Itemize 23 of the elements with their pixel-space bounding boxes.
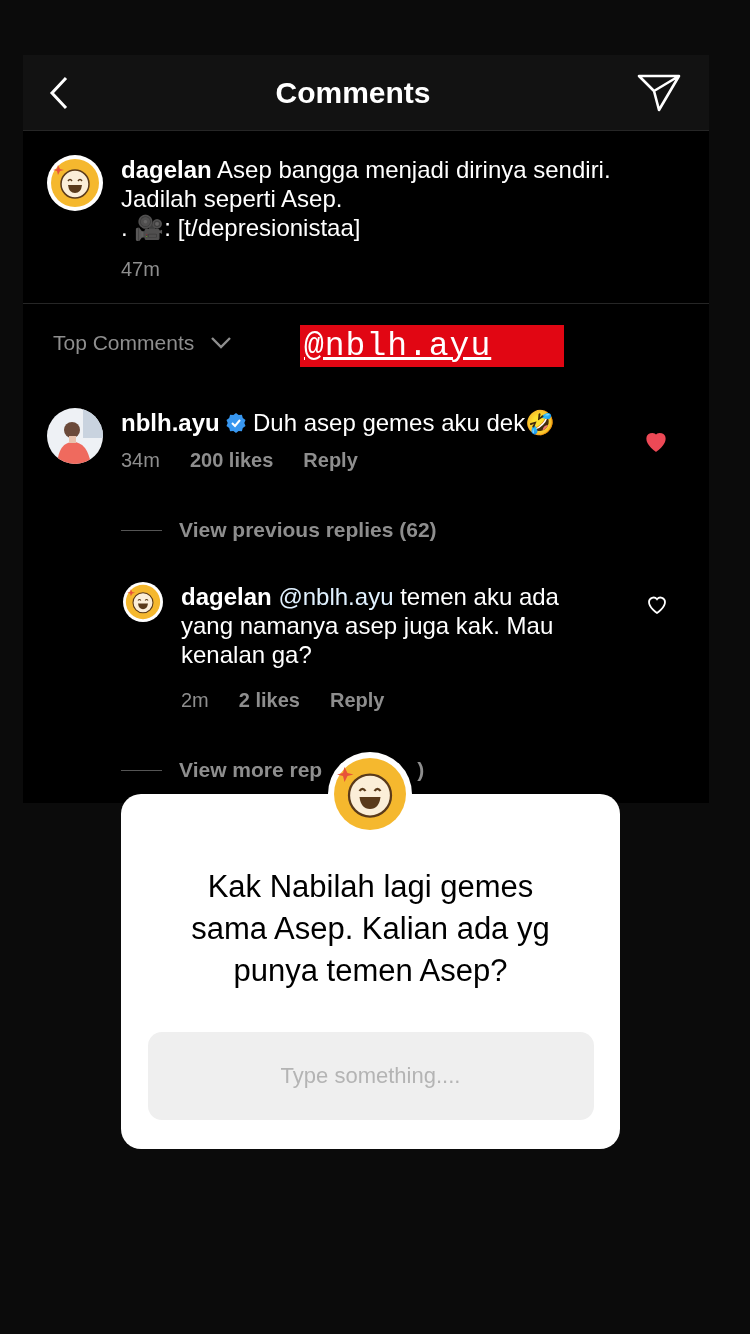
post-time: 47m: [121, 258, 160, 281]
header-title: Comments: [275, 75, 431, 110]
likes-count[interactable]: 2 likes: [238, 689, 300, 712]
question-text: Kak Nabilah lagi gemes sama Asep. Kalian ada yg punya temen Asep?: [190, 868, 551, 990]
smiley-avatar-icon: [123, 582, 163, 622]
comment-text: dagelan @nblh.ayu temen aku ada yang namanya asep juga kak. Mau kenalan ga?: [181, 582, 560, 669]
view-replies-link[interactable]: View previous replies (62): [179, 518, 437, 542]
back-icon[interactable]: [49, 75, 69, 110]
smiley-avatar-icon: [47, 155, 103, 211]
comment-time: 2m: [181, 689, 209, 712]
comment-text: nblh.ayu Duh asep gemes aku dek🤣: [121, 408, 557, 437]
answer-field[interactable]: Type something....: [147, 1032, 594, 1120]
send-icon[interactable]: [637, 72, 681, 113]
view-replies-link[interactable]: View more rep: [179, 758, 323, 782]
comment-time: 34m: [121, 449, 160, 472]
reply-link[interactable]: Reply: [329, 689, 385, 712]
likes-count[interactable]: 200 likes: [189, 449, 274, 472]
mention-sticker: @nblh.ayu: [300, 325, 564, 367]
reply-link[interactable]: Reply: [303, 449, 358, 472]
post-caption: dagelan Asep bangga menjadi dirinya sendiri. Jadilah seperti Asep. . 🎥: [t/depresionistaa]: [121, 155, 611, 242]
paren-text: ): [417, 758, 425, 782]
chevron-down-icon[interactable]: [210, 336, 233, 350]
sort-label[interactable]: Top Comments: [53, 331, 195, 355]
